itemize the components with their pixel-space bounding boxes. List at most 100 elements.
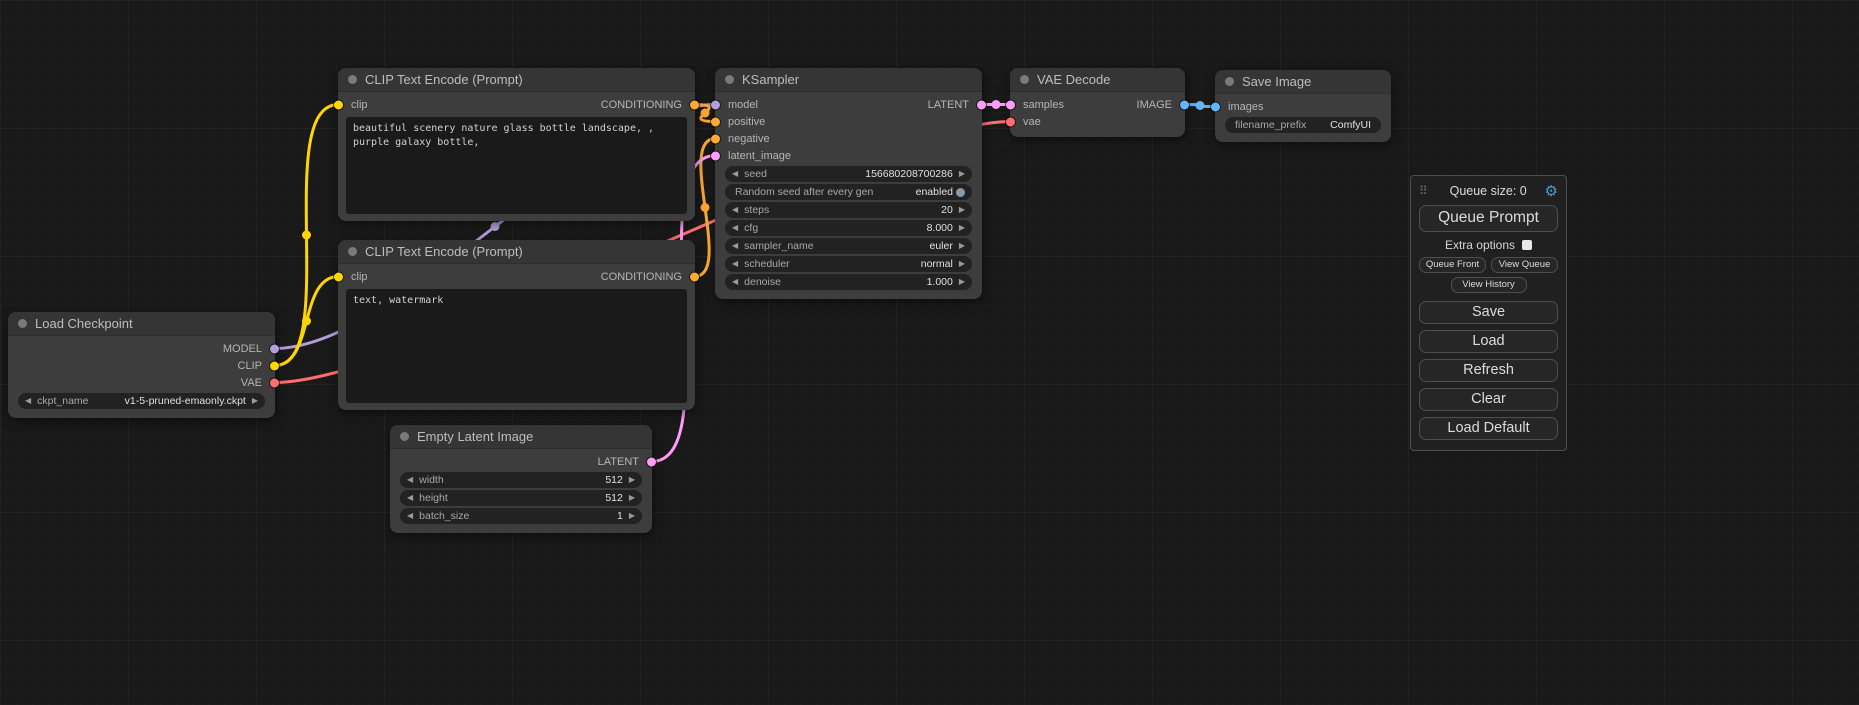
- negative-input-port[interactable]: [711, 134, 720, 143]
- collapse-dot-icon[interactable]: [18, 319, 27, 328]
- queue-prompt-button[interactable]: Queue Prompt: [1419, 205, 1558, 232]
- increment-arrow-icon[interactable]: ▶: [959, 278, 965, 286]
- extra-options-label: Extra options: [1445, 238, 1515, 252]
- clip-output-port[interactable]: [270, 361, 279, 370]
- latent-output-port[interactable]: [647, 457, 656, 466]
- vae-input-port[interactable]: [1006, 117, 1015, 126]
- input-label: negative: [728, 133, 770, 145]
- ckpt-name-combo-widget[interactable]: ◀ ckpt_name v1-5-pruned-emaonly.ckpt ▶: [18, 393, 265, 409]
- conditioning-output-port[interactable]: [690, 272, 699, 281]
- node-clip-text-encode-negative[interactable]: CLIP Text Encode (Prompt) clip CONDITION…: [338, 240, 695, 410]
- decrement-arrow-icon[interactable]: ◀: [732, 170, 738, 178]
- conditioning-output-port[interactable]: [690, 100, 699, 109]
- widget-label: filename_prefix: [1235, 119, 1306, 131]
- cfg-stepper[interactable]: ◀ cfg 8.000 ▶: [725, 220, 972, 236]
- clear-button[interactable]: Clear: [1419, 388, 1558, 411]
- node-ksampler[interactable]: KSampler model LATENT positive negative …: [715, 68, 982, 299]
- collapse-dot-icon[interactable]: [1020, 75, 1029, 84]
- node-vae-decode[interactable]: VAE Decode samples IMAGE vae: [1010, 68, 1185, 137]
- denoise-stepper[interactable]: ◀ denoise 1.000 ▶: [725, 274, 972, 290]
- decrement-arrow-icon[interactable]: ◀: [732, 278, 738, 286]
- widget-label: sampler_name: [744, 240, 813, 252]
- decrement-arrow-icon[interactable]: ◀: [407, 494, 413, 502]
- drag-handle-icon[interactable]: ⠿: [1419, 184, 1428, 198]
- node-title-bar[interactable]: Load Checkpoint: [8, 312, 275, 336]
- increment-arrow-icon[interactable]: ▶: [629, 476, 635, 484]
- increment-arrow-icon[interactable]: ▶: [959, 170, 965, 178]
- queue-front-button[interactable]: Queue Front: [1419, 257, 1486, 273]
- filename-prefix-field[interactable]: filename_prefix ComfyUI: [1225, 117, 1381, 133]
- node-empty-latent-image[interactable]: Empty Latent Image LATENT ◀ width 512 ▶ …: [390, 425, 652, 533]
- width-stepper[interactable]: ◀ width 512 ▶: [400, 472, 642, 488]
- queue-actions-row: Queue Front View Queue: [1419, 257, 1558, 273]
- collapse-dot-icon[interactable]: [348, 75, 357, 84]
- prompt-textarea[interactable]: beautiful scenery nature glass bottle la…: [346, 117, 687, 214]
- increment-arrow-icon[interactable]: ▶: [629, 494, 635, 502]
- load-button[interactable]: Load: [1419, 330, 1558, 353]
- view-queue-button[interactable]: View Queue: [1491, 257, 1558, 273]
- collapse-dot-icon[interactable]: [348, 247, 357, 256]
- collapse-dot-icon[interactable]: [1225, 77, 1234, 86]
- samples-input-port[interactable]: [1006, 100, 1015, 109]
- output-slot-vae: VAE: [8, 374, 275, 391]
- widget-value: enabled: [916, 186, 953, 198]
- increment-arrow-icon[interactable]: ▶: [959, 206, 965, 214]
- slot-row: model LATENT: [715, 96, 982, 113]
- node-title-bar[interactable]: CLIP Text Encode (Prompt): [338, 240, 695, 264]
- latent-image-input-port[interactable]: [711, 151, 720, 160]
- refresh-button[interactable]: Refresh: [1419, 359, 1558, 382]
- latent-output-port[interactable]: [977, 100, 986, 109]
- node-title-bar[interactable]: Empty Latent Image: [390, 425, 652, 449]
- random-seed-toggle[interactable]: Random seed after every gen enabled: [725, 184, 972, 200]
- decrement-arrow-icon[interactable]: ◀: [732, 242, 738, 250]
- increment-arrow-icon[interactable]: ▶: [959, 242, 965, 250]
- clip-input-port[interactable]: [334, 272, 343, 281]
- node-clip-text-encode-positive[interactable]: CLIP Text Encode (Prompt) clip CONDITION…: [338, 68, 695, 221]
- height-stepper[interactable]: ◀ height 512 ▶: [400, 490, 642, 506]
- decrement-arrow-icon[interactable]: ◀: [25, 397, 31, 405]
- decrement-arrow-icon[interactable]: ◀: [732, 260, 738, 268]
- decrement-arrow-icon[interactable]: ◀: [732, 206, 738, 214]
- load-default-button[interactable]: Load Default: [1419, 417, 1558, 440]
- increment-arrow-icon[interactable]: ▶: [959, 224, 965, 232]
- input-label: images: [1228, 101, 1263, 113]
- prompt-textarea[interactable]: text, watermark: [346, 289, 687, 403]
- view-history-button[interactable]: View History: [1451, 277, 1527, 293]
- batch-size-stepper[interactable]: ◀ batch_size 1 ▶: [400, 508, 642, 524]
- positive-input-port[interactable]: [711, 117, 720, 126]
- node-title-bar[interactable]: Save Image: [1215, 70, 1391, 94]
- node-title-bar[interactable]: KSampler: [715, 68, 982, 92]
- widget-value: v1-5-pruned-emaonly.ckpt: [125, 395, 246, 407]
- increment-arrow-icon[interactable]: ▶: [252, 397, 258, 405]
- scheduler-combo[interactable]: ◀ scheduler normal ▶: [725, 256, 972, 272]
- collapse-dot-icon[interactable]: [400, 432, 409, 441]
- extra-options-checkbox[interactable]: [1522, 240, 1532, 250]
- decrement-arrow-icon[interactable]: ◀: [732, 224, 738, 232]
- output-slot-latent: LATENT: [390, 453, 652, 470]
- node-title-bar[interactable]: CLIP Text Encode (Prompt): [338, 68, 695, 92]
- toggle-on-indicator[interactable]: [956, 188, 965, 197]
- node-save-image[interactable]: Save Image images filename_prefix ComfyU…: [1215, 70, 1391, 142]
- increment-arrow-icon[interactable]: ▶: [959, 260, 965, 268]
- decrement-arrow-icon[interactable]: ◀: [407, 512, 413, 520]
- node-title: KSampler: [742, 72, 799, 87]
- image-output-port[interactable]: [1180, 100, 1189, 109]
- images-input-port[interactable]: [1211, 102, 1220, 111]
- sampler-name-combo[interactable]: ◀ sampler_name euler ▶: [725, 238, 972, 254]
- vae-output-port[interactable]: [270, 378, 279, 387]
- save-button[interactable]: Save: [1419, 301, 1558, 324]
- steps-stepper[interactable]: ◀ steps 20 ▶: [725, 202, 972, 218]
- clip-input-port[interactable]: [334, 100, 343, 109]
- model-input-port[interactable]: [711, 100, 720, 109]
- seed-stepper[interactable]: ◀ seed 156680208700286 ▶: [725, 166, 972, 182]
- comfyui-canvas[interactable]: { "colors": { "MODEL": "#B39DDB", "CLIP"…: [0, 0, 1859, 705]
- settings-gear-icon[interactable]: ⚙: [1545, 184, 1558, 199]
- widget-value: ComfyUI: [1330, 119, 1371, 131]
- model-output-port[interactable]: [270, 344, 279, 353]
- node-load-checkpoint[interactable]: Load Checkpoint MODEL CLIP VAE ◀ ckpt_na…: [8, 312, 275, 418]
- increment-arrow-icon[interactable]: ▶: [629, 512, 635, 520]
- widget-label: Random seed after every gen: [735, 186, 873, 198]
- decrement-arrow-icon[interactable]: ◀: [407, 476, 413, 484]
- node-title-bar[interactable]: VAE Decode: [1010, 68, 1185, 92]
- collapse-dot-icon[interactable]: [725, 75, 734, 84]
